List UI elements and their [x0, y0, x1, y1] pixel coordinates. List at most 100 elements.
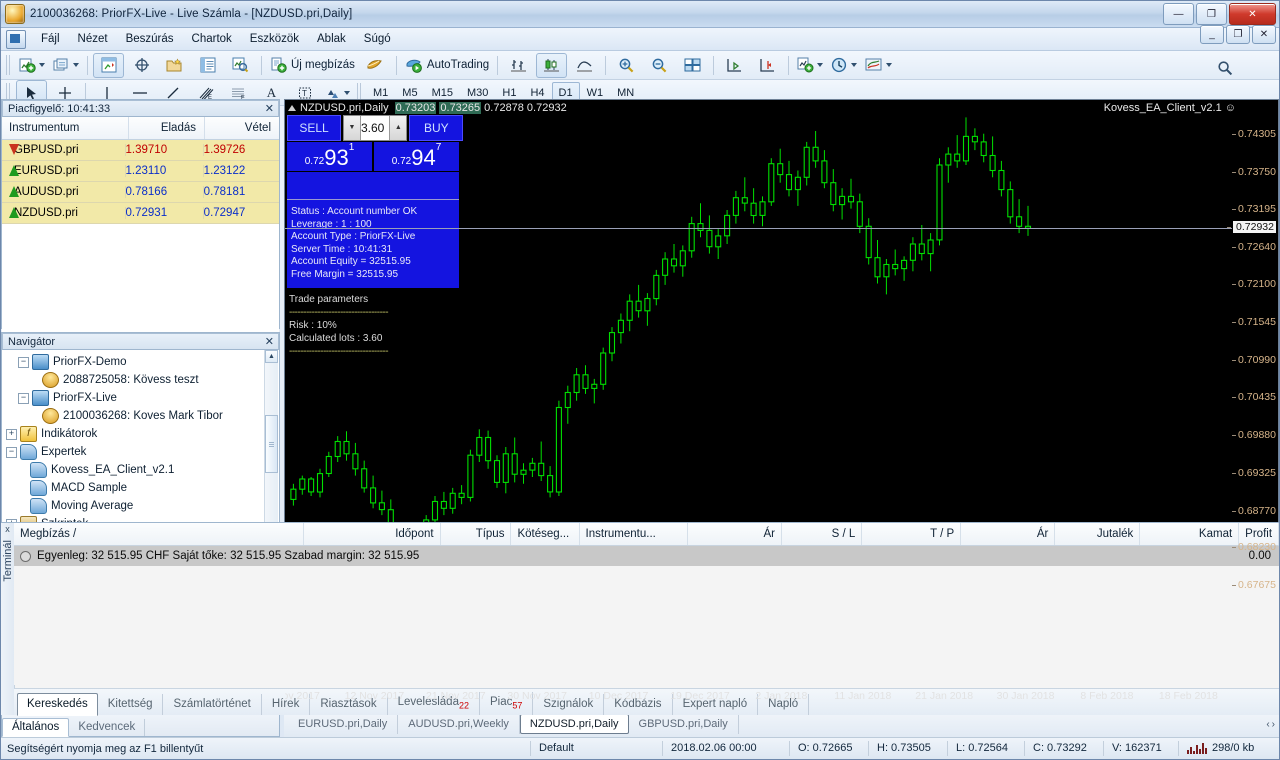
market-watch-button[interactable]	[93, 52, 124, 78]
terminal-column-header[interactable]: Típus	[441, 523, 512, 545]
terminal-column-header[interactable]: Kötéseg...	[511, 523, 580, 545]
line-chart-button[interactable]	[569, 53, 600, 78]
status-traffic[interactable]: 298/0 kb	[1178, 741, 1279, 756]
menu-item-insert[interactable]: Beszúrás	[117, 31, 183, 47]
terminal-column-header[interactable]: Megbízás /	[14, 523, 305, 545]
terminal-column-header[interactable]: Ár	[688, 523, 783, 545]
price-axis[interactable]: 0.74305 0.73750 0.73195 0.72932 0.72640 0.721…	[1227, 100, 1278, 686]
new-chart-button[interactable]	[16, 53, 48, 78]
buy-price-display[interactable]: 0.72 94 7	[374, 142, 459, 171]
menu-item-charts[interactable]: Chartok	[183, 31, 241, 47]
zoom-in-button[interactable]	[611, 53, 642, 78]
menu-item-file[interactable]: Fájl	[32, 31, 69, 47]
chart-collapse-icon[interactable]	[288, 104, 296, 111]
navigator-item[interactable]: + f Indikátorok	[6, 425, 279, 443]
zoom-out-button[interactable]	[644, 53, 675, 78]
scroll-up-button[interactable]: ▲	[265, 350, 278, 363]
column-header-bid[interactable]: Eladás	[129, 117, 205, 139]
buy-button[interactable]: BUY	[409, 115, 464, 141]
tab-kedvencek[interactable]: Kedvencek	[69, 719, 146, 736]
terminal-column-header[interactable]: Kamat	[1140, 523, 1240, 545]
navigator-item[interactable]: 2100036268: Koves Mark Tibor	[6, 407, 279, 425]
navigator-close-icon[interactable]: ✕	[265, 335, 274, 348]
mdi-close-button[interactable]: ✕	[1252, 25, 1276, 44]
terminal-column-header[interactable]: T / P	[862, 523, 962, 545]
symbol-cell: EURUSD.pri	[2, 165, 126, 177]
terminal-column-header[interactable]: Ár	[961, 523, 1056, 545]
chart-tab-next-icon[interactable]: ›	[1272, 719, 1275, 730]
minimize-button[interactable]: —	[1163, 3, 1194, 25]
metaeditor-button[interactable]	[360, 53, 391, 78]
navigator-item[interactable]: − PriorFX-Live	[6, 389, 279, 407]
market-watch-row[interactable]: AUDUSD.pri 0.78166 0.78181	[2, 182, 279, 203]
lots-dropdown-arrow-icon[interactable]: ▼	[344, 116, 361, 140]
market-watch-row[interactable]: NZDUSD.pri 0.72931 0.72947	[2, 203, 279, 224]
search-button[interactable]	[1209, 55, 1240, 80]
terminal-tab[interactable]: Számlatörténet	[163, 694, 262, 715]
terminal-close-icon[interactable]: x	[1, 523, 14, 534]
time-axis[interactable]: 2 Nov 2017 12 Nov 2017 21 Nov 2017 30 Nov 2…	[285, 690, 1232, 706]
new-order-button[interactable]: Új megbízás	[267, 53, 358, 78]
terminal-tab[interactable]: Kitettség	[98, 694, 164, 715]
strategy-tester-button[interactable]	[225, 53, 256, 78]
market-watch-row[interactable]: EURUSD.pri 1.23110 1.23122	[2, 161, 279, 182]
close-button[interactable]: ✕	[1229, 3, 1276, 25]
tree-toggle-icon[interactable]: −	[6, 446, 17, 458]
chart-tab[interactable]: NZDUSD.pri,Daily	[519, 714, 629, 734]
market-watch-close-icon[interactable]: ✕	[265, 102, 274, 115]
column-header-ask[interactable]: Vétel	[205, 117, 279, 139]
period-button[interactable]	[828, 53, 860, 78]
profiles-button[interactable]	[50, 53, 82, 78]
templates-button[interactable]	[862, 53, 895, 78]
column-header-instrument[interactable]: Instrumentum	[2, 117, 129, 139]
indicators-button[interactable]	[794, 53, 826, 78]
menu-item-view[interactable]: Nézet	[69, 31, 117, 47]
navigator-button[interactable]	[159, 53, 190, 78]
chart-tab[interactable]: AUDUSD.pri,Weekly	[398, 714, 520, 734]
terminal-button[interactable]	[192, 53, 223, 78]
lots-spinner-up-icon[interactable]: ▲	[389, 116, 407, 140]
terminal-balance-row[interactable]: Egyenleg: 32 515.95 CHF Saját tőke: 32 5…	[14, 546, 1279, 567]
navigator-item[interactable]: − Expertek	[6, 443, 279, 461]
terminal-column-header[interactable]: Időpont	[304, 523, 441, 545]
status-profile[interactable]: Default	[530, 741, 662, 756]
tab-altalanos[interactable]: Általános	[2, 718, 70, 737]
terminal-tab[interactable]: Kereskedés	[17, 693, 98, 716]
time-tick-label: 11 Jan 2018	[834, 690, 892, 702]
market-watch-row[interactable]: GBPUSD.pri 1.39710 1.39726	[2, 140, 279, 161]
autotrading-button[interactable]: AutoTrading	[402, 53, 492, 78]
data-window-button[interactable]	[126, 53, 157, 78]
mdi-restore-button[interactable]: ❐	[1226, 25, 1250, 44]
menu-item-help[interactable]: Súgó	[355, 31, 400, 47]
price-tick-label: 0.70990	[1232, 353, 1276, 366]
mdi-window-controls: _ ❐ ✕	[1200, 25, 1276, 44]
chart-shift-button[interactable]	[752, 53, 783, 78]
tree-toggle-icon[interactable]: +	[6, 428, 17, 440]
menu-item-window[interactable]: Ablak	[308, 31, 355, 47]
menu-item-tools[interactable]: Eszközök	[241, 31, 308, 47]
lots-input[interactable]: 3.60	[361, 116, 389, 140]
candlestick-chart-button[interactable]	[536, 52, 568, 78]
tile-windows-button[interactable]	[677, 53, 708, 78]
sell-button[interactable]: SELL	[287, 115, 341, 141]
navigator-item[interactable]: MACD Sample	[6, 479, 279, 497]
terminal-column-header[interactable]: Jutalék	[1055, 523, 1141, 545]
bar-chart-button[interactable]	[503, 53, 534, 78]
chart-tab[interactable]: GBPUSD.pri,Daily	[629, 714, 739, 734]
maximize-button[interactable]: ❐	[1196, 3, 1227, 25]
sell-price-display[interactable]: 0.72 93 1	[287, 142, 372, 171]
tree-toggle-icon[interactable]: −	[18, 392, 29, 404]
terminal-column-header[interactable]: S / L	[782, 523, 863, 545]
terminal-column-header[interactable]: Instrumentu...	[580, 523, 688, 545]
chart-tab[interactable]: EURUSD.pri,Daily	[288, 714, 399, 734]
auto-scroll-button[interactable]	[719, 53, 750, 78]
toolbar-grip[interactable]	[6, 55, 12, 75]
mdi-minimize-button[interactable]: _	[1200, 25, 1224, 44]
scrollbar-thumb[interactable]	[265, 415, 278, 473]
navigator-item[interactable]: 2088725058: Kövess teszt	[6, 371, 279, 389]
tree-toggle-icon[interactable]: −	[18, 356, 29, 368]
navigator-item[interactable]: Kovess_EA_Client_v2.1	[6, 461, 279, 479]
navigator-item[interactable]: Moving Average	[6, 497, 279, 515]
navigator-item[interactable]: − PriorFX-Demo	[6, 353, 279, 371]
chart-tab-prev-icon[interactable]: ‹	[1266, 719, 1269, 730]
